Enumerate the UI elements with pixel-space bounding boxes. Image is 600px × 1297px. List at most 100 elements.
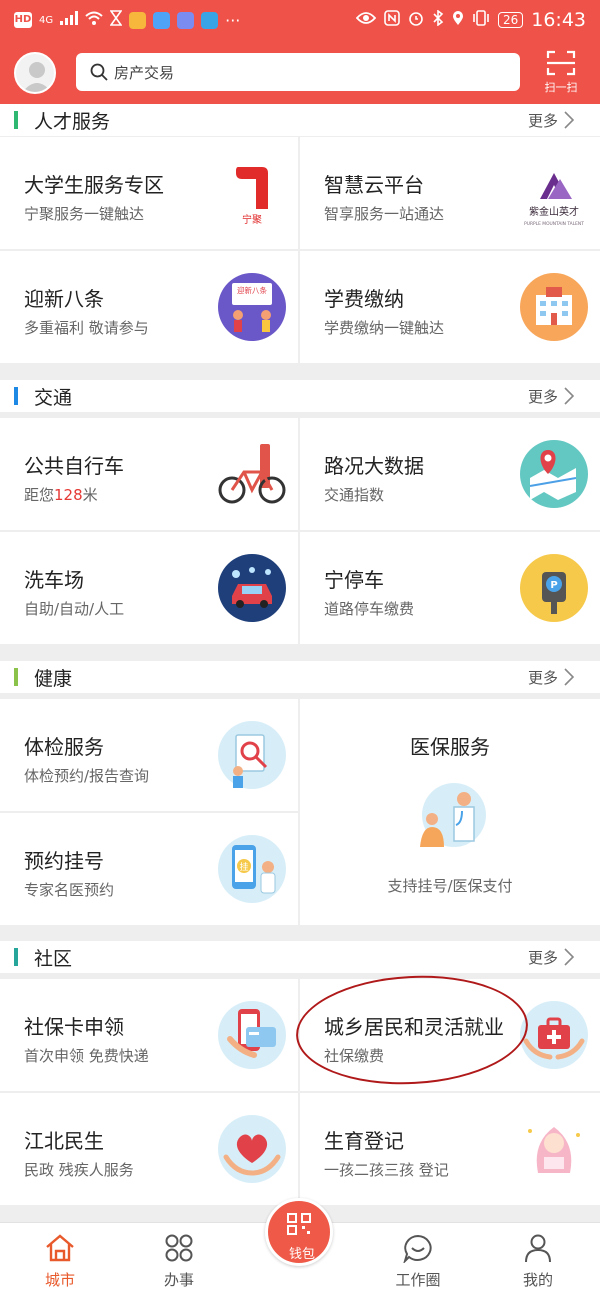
section-title: 健康 xyxy=(34,667,73,690)
card-jiangbei-welfare[interactable]: 江北民生 民政 残疾人服务 xyxy=(0,1093,298,1205)
card-title: 公共自行车 xyxy=(24,454,124,478)
card-title: 社保卡申领 xyxy=(24,1015,124,1039)
card-traffic-data[interactable]: 路况大数据 交通指数 xyxy=(300,418,600,530)
card-graduate-services[interactable]: 大学生服务专区 宁聚服务一键触达 宁聚 xyxy=(0,137,298,249)
card-social-security-card[interactable]: 社保卡申领 首次申领 免费快递 xyxy=(0,979,298,1091)
card-subtitle: 交通指数 xyxy=(324,486,385,504)
grid-apps-icon xyxy=(165,1234,193,1262)
bicycle-icon xyxy=(218,444,286,504)
heart-hands-icon xyxy=(218,1115,286,1183)
location-icon xyxy=(452,10,464,30)
card-title: 江北民生 xyxy=(24,1129,104,1153)
card-subtitle: 体检预约/报告查询 xyxy=(24,767,150,785)
card-subtitle: 一孩二孩三孩 登记 xyxy=(324,1161,449,1179)
chevron-right-icon xyxy=(564,111,574,129)
svg-text:宁聚: 宁聚 xyxy=(242,213,262,226)
card-tuition-payment[interactable]: 学费缴纳 学费缴纳一键触达 xyxy=(300,251,600,363)
scan-label: 扫一扫 xyxy=(544,81,578,94)
tab-label: 我的 xyxy=(522,1271,553,1289)
more-label: 更多 xyxy=(527,111,558,130)
tab-affairs[interactable]: 办事 xyxy=(139,1233,219,1290)
card-title: 迎新八条 xyxy=(24,287,104,311)
card-subtitle: 民政 残疾人服务 xyxy=(24,1161,134,1179)
card-public-bicycle[interactable]: 公共自行车 距您128米 xyxy=(0,418,298,530)
card-title: 洗车场 xyxy=(24,568,84,592)
card-appointment-registration[interactable]: 预约挂号 专家名医预约 挂 xyxy=(0,813,298,925)
svg-text:迎新八条: 迎新八条 xyxy=(237,285,267,295)
card-subtitle: 道路停车缴费 xyxy=(324,600,415,618)
ningju-logo-icon: 宁聚 xyxy=(236,167,268,226)
tab-work-circle[interactable]: 工作圈 xyxy=(378,1233,458,1290)
svg-text:P: P xyxy=(550,580,557,591)
card-subtitle: 专家名医预约 xyxy=(24,881,115,899)
more-link[interactable]: 更多 xyxy=(528,110,574,131)
network-4g-label: 4G xyxy=(39,14,54,26)
more-label: 更多 xyxy=(527,948,558,967)
section-accent-bar xyxy=(14,387,18,405)
card-welcome-policy[interactable]: 迎新八条 多重福利 敬请参与 迎新八条 xyxy=(0,251,298,363)
vibrate-icon xyxy=(472,10,490,30)
wallet-button[interactable]: 钱包 xyxy=(265,1198,335,1284)
card-subtitle: 宁聚服务一键触达 xyxy=(24,205,145,223)
zijinshan-logo-icon: 紫金山英才 PURPLE MOUNTAIN TALENT xyxy=(524,173,584,227)
distance-value: 128 xyxy=(54,486,83,504)
hd-badge: HD xyxy=(14,12,32,28)
svg-text:PURPLE MOUNTAIN TALENT: PURPLE MOUNTAIN TALENT xyxy=(524,221,584,227)
card-title: 医保服务 xyxy=(410,735,490,759)
map-pin-icon xyxy=(520,440,588,508)
person-icon xyxy=(525,1234,551,1263)
chat-bubble-icon xyxy=(403,1234,432,1263)
wifi-icon xyxy=(85,11,103,29)
card-birth-registration[interactable]: 生育登记 一孩二孩三孩 登记 xyxy=(300,1093,600,1205)
card-physical-exam[interactable]: 体检服务 体检预约/报告查询 xyxy=(0,699,298,811)
svg-text:紫金山英才: 紫金山英才 xyxy=(529,205,579,218)
car-wash-icon xyxy=(218,554,286,622)
avatar[interactable] xyxy=(14,52,56,94)
tab-city[interactable]: 城市 xyxy=(20,1233,100,1290)
section-community-header: 社区 更多 xyxy=(0,941,600,973)
card-title: 生育登记 xyxy=(324,1129,404,1153)
tab-label: 工作圈 xyxy=(395,1271,441,1289)
card-smart-cloud[interactable]: 智慧云平台 智享服务一站通达 紫金山英才 PURPLE MOUNTAIN TAL… xyxy=(300,137,600,249)
signal-icon xyxy=(60,11,79,29)
more-notifications-icon: ··· xyxy=(225,10,241,30)
card-title: 大学生服务专区 xyxy=(24,173,164,197)
card-subtitle: 学费缴纳一键触达 xyxy=(324,319,445,337)
medical-check-icon xyxy=(218,721,286,789)
more-label: 更多 xyxy=(527,387,558,406)
search-placeholder: 房产交易 xyxy=(114,63,175,82)
app-notification-icon-3 xyxy=(177,11,195,29)
section-title: 社区 xyxy=(34,947,73,970)
medical-kit-icon xyxy=(520,1001,588,1069)
more-label: 更多 xyxy=(527,668,558,687)
chevron-right-icon xyxy=(564,387,574,405)
more-link[interactable]: 更多 xyxy=(528,667,574,688)
tab-label: 办事 xyxy=(163,1271,194,1289)
card-title: 预约挂号 xyxy=(24,849,104,873)
more-link[interactable]: 更多 xyxy=(528,386,574,407)
card-title: 学费缴纳 xyxy=(324,287,404,311)
card-medical-insurance[interactable]: 医保服务 支持挂号/医保支付 xyxy=(300,699,600,925)
battery-indicator: 26 xyxy=(497,12,524,28)
card-subtitle: 支持挂号/医保支付 xyxy=(387,877,513,895)
social-card-phone-icon xyxy=(218,1001,286,1069)
eye-icon xyxy=(355,11,377,29)
search-input[interactable]: 房产交易 xyxy=(76,53,520,91)
welcome-banner-icon: 迎新八条 xyxy=(218,273,286,341)
card-subtitle: 智享服务一站通达 xyxy=(324,205,445,223)
section-accent-bar xyxy=(14,948,18,966)
more-link[interactable]: 更多 xyxy=(528,947,574,968)
section-accent-bar xyxy=(14,668,18,686)
card-subtitle: 多重福利 敬请参与 xyxy=(24,319,149,337)
parking-meter-icon: P xyxy=(520,554,588,622)
card-title: 宁停车 xyxy=(324,568,384,592)
tab-mine[interactable]: 我的 xyxy=(498,1233,578,1290)
section-health-header: 健康 更多 xyxy=(0,661,600,693)
wallet-label: 钱包 xyxy=(288,1247,315,1262)
scan-button[interactable]: 扫一扫 xyxy=(540,48,582,100)
chevron-right-icon xyxy=(564,948,574,966)
phone-registration-icon: 挂 xyxy=(218,835,286,903)
card-car-wash[interactable]: 洗车场 自助/自动/人工 xyxy=(0,532,298,644)
card-parking[interactable]: 宁停车 道路停车缴费 P xyxy=(300,532,600,644)
card-title: 智慧云平台 xyxy=(324,173,424,197)
